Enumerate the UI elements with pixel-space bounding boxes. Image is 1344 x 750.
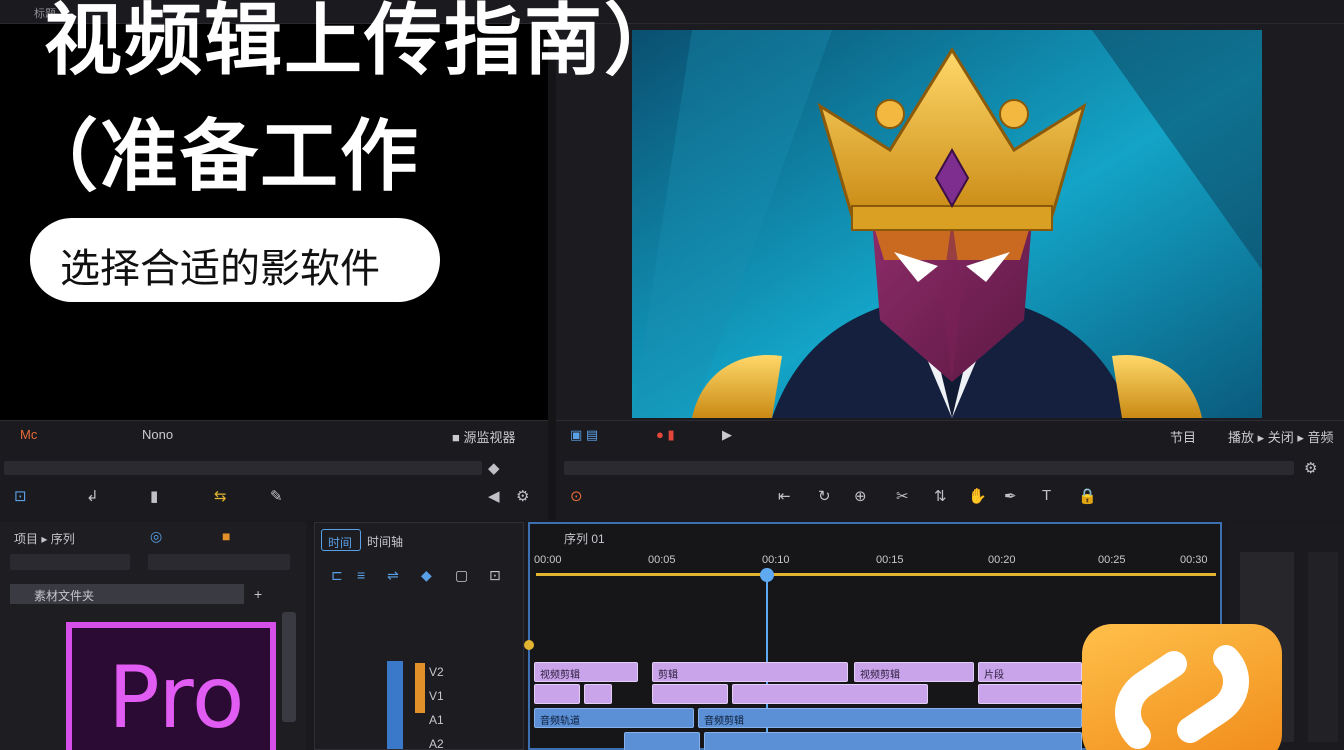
video-clip[interactable]: 视频剪辑 — [854, 662, 974, 682]
track-target-column[interactable] — [387, 661, 403, 749]
tick-label: 00:15 — [876, 554, 904, 566]
video-clip[interactable] — [978, 684, 1082, 704]
track-settings-icon[interactable]: ◆ — [421, 567, 432, 584]
safe-margins-icon[interactable]: ⊕ — [854, 487, 867, 505]
tab-timeline-label[interactable]: 时间轴 — [367, 533, 403, 550]
video-clip[interactable]: 视频剪辑 — [534, 662, 638, 682]
crowned-masked-figure-illustration — [632, 30, 1262, 418]
panel-divider — [548, 24, 556, 520]
program-preview-frame — [632, 30, 1262, 418]
audio-clip[interactable]: 音频剪辑 — [698, 708, 1082, 728]
source-strip-label: Mc — [20, 427, 38, 442]
overlay-title-line-2: （准备工作 — [20, 112, 421, 202]
track-sync-lock-column[interactable] — [415, 663, 425, 713]
video-clip[interactable]: 片段 — [978, 662, 1082, 682]
project-filter-field[interactable] — [10, 554, 130, 570]
source-timecode: Nono — [142, 427, 174, 442]
pen-icon[interactable]: ✒ — [1004, 487, 1017, 505]
new-item-icon[interactable]: + — [254, 586, 262, 602]
razor-icon[interactable]: ✂ — [896, 487, 909, 505]
overwrite-icon[interactable]: ✎ — [270, 487, 283, 505]
tick-label: 00:30 — [1180, 554, 1208, 566]
subtitle-text: 选择合适的影软件 — [60, 246, 380, 292]
track-label-v2: V2 — [429, 665, 444, 679]
tick-label: 00:00 — [534, 554, 562, 566]
program-record-icon[interactable]: ● ▮ — [656, 427, 675, 443]
program-monitor-controls: ▣ ▤ ● ▮ ▶ 节目 播放 ▸ 关闭 ▸ 音频 ⚙ ⊙ ⇤ ↻ ⊕ ✂ ⇅ … — [556, 420, 1344, 520]
tab-timeline-active[interactable]: 时间 — [321, 529, 361, 551]
tab-timeline-active-label: 时间 — [328, 536, 353, 550]
tick-label: 00:10 — [762, 554, 790, 566]
source-scrub-bar[interactable] — [4, 461, 482, 475]
premiere-pro-logo-text: Pro — [108, 648, 245, 748]
playhead-handle[interactable] — [760, 568, 774, 582]
program-settings-icon[interactable]: ⚙ — [1304, 459, 1317, 477]
snap-icon[interactable]: ⊏ — [331, 567, 343, 584]
video-clip[interactable] — [732, 684, 928, 704]
audio-meter-scale — [1308, 552, 1338, 742]
export-frame-icon[interactable]: ◀ — [488, 487, 500, 505]
overlay-title-line-1: 视频辑上传指南） — [44, 0, 685, 86]
audio-clip[interactable]: 音频轨道 — [534, 708, 694, 728]
subtitle-pill: 选择合适的影软件 — [30, 218, 440, 302]
video-clip[interactable] — [534, 684, 580, 704]
step-back-icon[interactable]: ▮ — [150, 487, 158, 505]
go-to-in-icon[interactable]: ↲ — [86, 487, 99, 505]
timeline-ruler[interactable]: 00:00 00:05 00:10 00:15 00:20 00:25 00:3… — [532, 550, 1220, 582]
program-scrub-bar[interactable] — [564, 461, 1294, 475]
track-label-a1: A1 — [429, 713, 444, 727]
project-bin-label: 素材文件夹 — [34, 589, 95, 603]
audio-clip[interactable] — [704, 732, 1082, 750]
captions-icon[interactable]: ▢ — [455, 567, 468, 584]
slip-icon[interactable]: ⇅ — [934, 487, 947, 505]
wrench-icon[interactable]: ⊡ — [489, 567, 501, 584]
program-label: 节目 — [1170, 430, 1197, 445]
step-forward-icon[interactable]: ◆ — [488, 459, 500, 477]
tick-label: 00:20 — [988, 554, 1016, 566]
insert-icon[interactable]: ⇆ — [214, 487, 227, 505]
premiere-pro-logo: Pro — [66, 622, 276, 750]
project-search-field[interactable] — [148, 554, 290, 570]
sequence-name: 序列 01 — [564, 532, 605, 546]
video-clip[interactable] — [652, 684, 728, 704]
linked-selection-icon[interactable]: ≡ — [357, 567, 365, 583]
video-clip[interactable]: 剪辑 — [652, 662, 848, 682]
editing-app-logo — [1082, 624, 1282, 750]
project-scrollbar[interactable] — [282, 612, 296, 722]
program-playback-label: 播放 ▸ 关闭 ▸ 音频 — [1228, 430, 1334, 445]
track-label-a2: A2 — [429, 737, 444, 750]
project-search-icon[interactable]: ◎ — [150, 528, 162, 545]
in-point-marker[interactable] — [524, 640, 534, 650]
project-bin-row[interactable]: 素材文件夹 — [10, 584, 244, 604]
track-label-v1: V1 — [429, 689, 444, 703]
program-strip-icon-group: ▣ ▤ — [570, 427, 599, 442]
loop-icon[interactable]: ↻ — [818, 487, 831, 505]
settings-icon[interactable]: ⚙ — [516, 487, 529, 505]
tick-label: 00:05 — [648, 554, 676, 566]
tick-label: 00:25 — [1098, 554, 1126, 566]
video-clip[interactable] — [584, 684, 612, 704]
audio-clip[interactable] — [624, 732, 700, 750]
extract-icon[interactable]: ⇤ — [778, 487, 791, 505]
link-chain-icon — [1115, 645, 1249, 749]
source-monitor-label: ■ 源监视器 — [452, 430, 516, 445]
project-panel-title: 项目 ▸ 序列 — [14, 532, 75, 546]
lock-icon[interactable]: 🔒 — [1078, 487, 1097, 505]
source-monitor-controls: Mc Nono ■ 源监视器 ◆ ⊡ ↲ ▮ ⇆ ✎ ◀ ⚙ — [0, 420, 548, 520]
ruler-work-area-bar[interactable] — [536, 573, 1216, 576]
play-icon[interactable]: ▶ — [722, 427, 732, 443]
add-marker-icon[interactable]: ⇌ — [387, 567, 399, 584]
timeline-track-headers: 时间 时间轴 ⊏ ≡ ⇌ ◆ ▢ ⊡ V2 V1 A1 A2 — [314, 522, 524, 750]
lift-icon[interactable]: ⊙ — [570, 487, 583, 505]
project-color-label-icon[interactable]: ■ — [222, 528, 230, 544]
type-tool-icon[interactable]: T — [1042, 487, 1051, 504]
hand-icon[interactable]: ✋ — [968, 487, 987, 505]
mark-in-icon[interactable]: ⊡ — [14, 487, 27, 505]
